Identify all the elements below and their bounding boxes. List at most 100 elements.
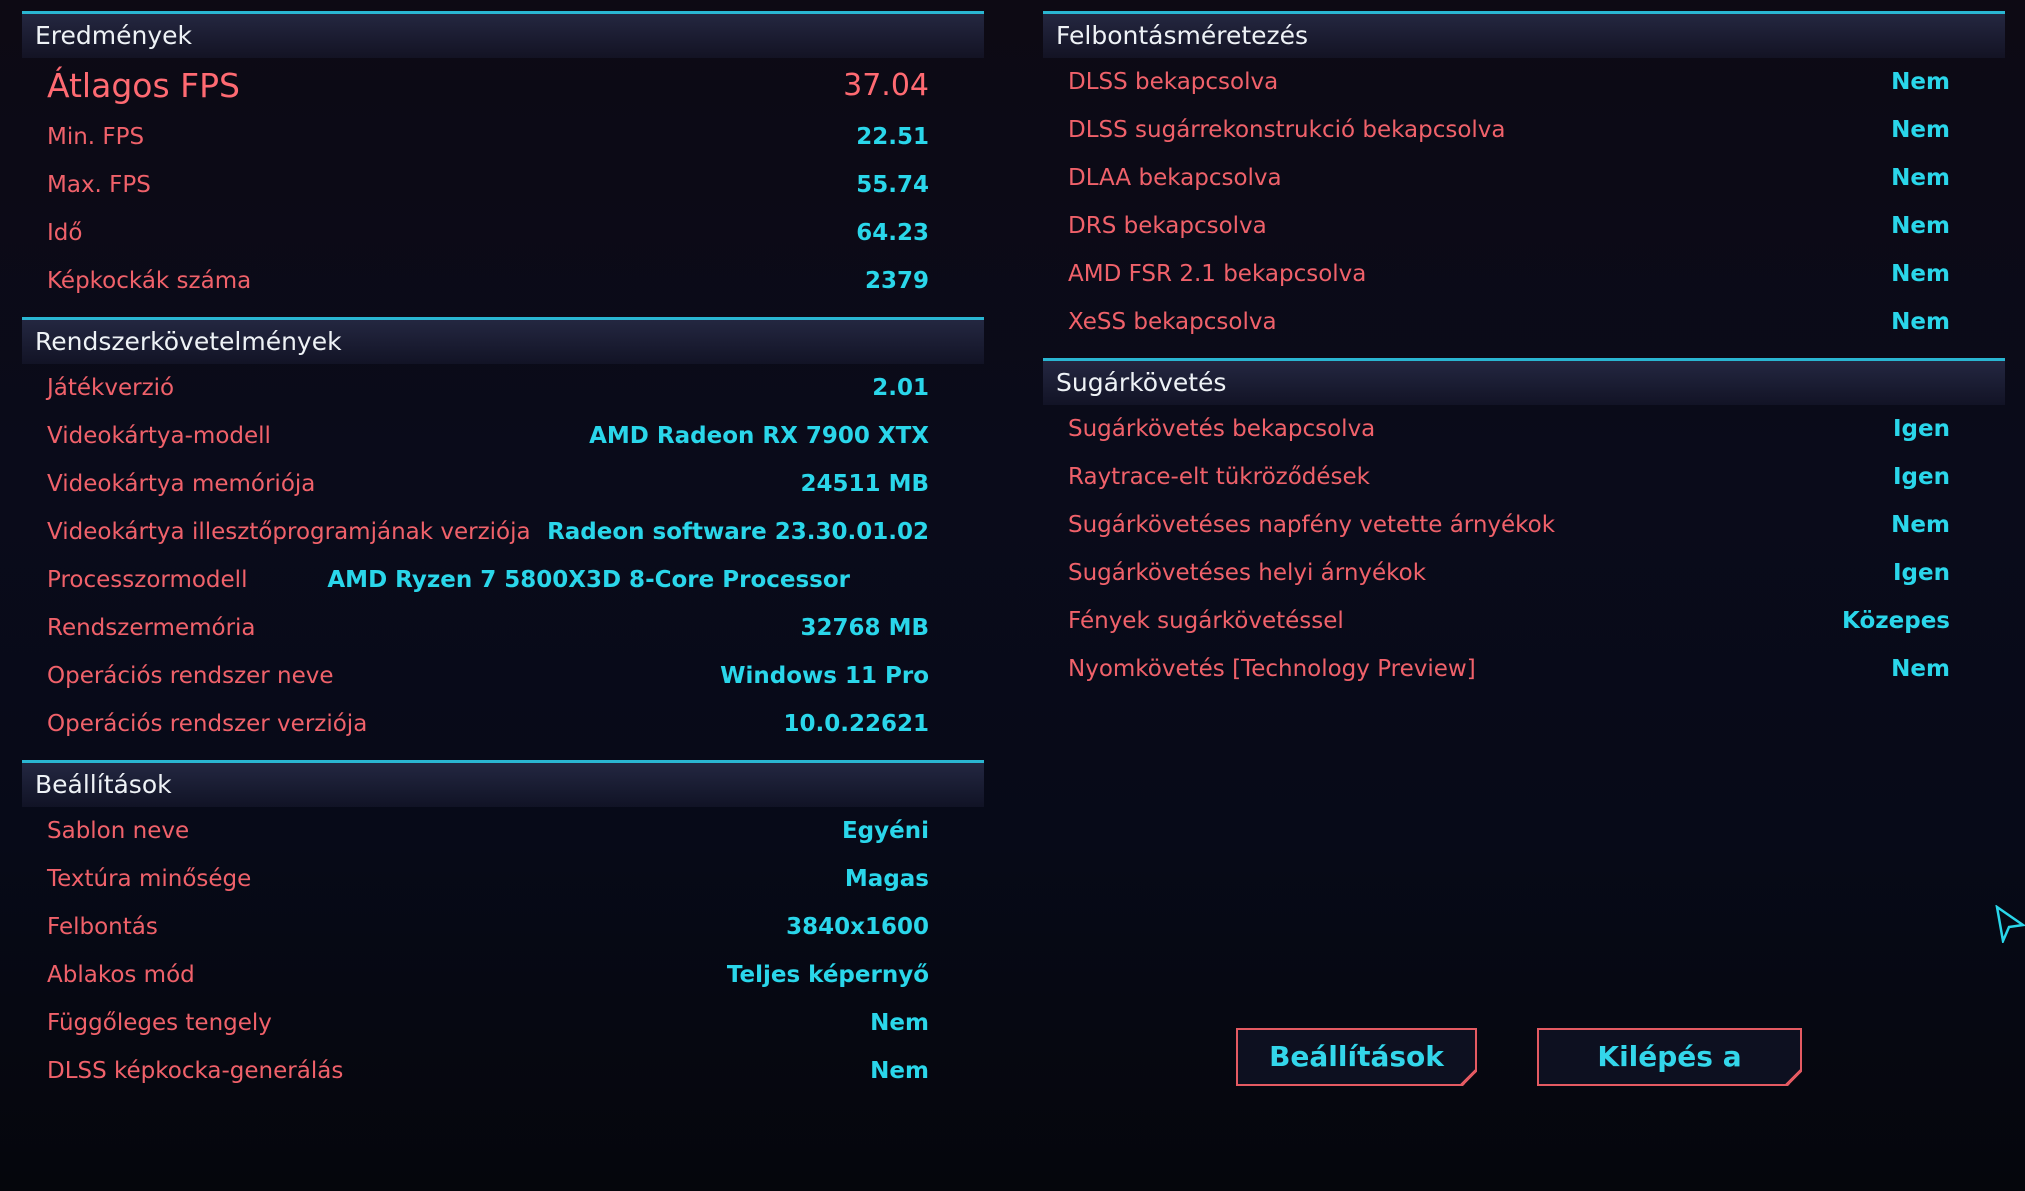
row-value: Közepes — [1842, 608, 1950, 634]
row-value: Nem — [1891, 213, 1950, 239]
row-label: Nyomkövetés [Technology Preview] — [1068, 656, 1476, 682]
row-label: DLSS sugárrekonstrukció bekapcsolva — [1068, 117, 1506, 143]
row-label: Függőleges tengely — [47, 1010, 272, 1036]
raytracing-row: Fények sugárkövetéssel Közepes — [1043, 597, 2005, 645]
scaling-section: Felbontásméretezés DLSS bekapcsolva Nem D… — [1043, 11, 2005, 346]
row-label: Sugárkövetés bekapcsolva — [1068, 416, 1376, 442]
result-row: Max. FPS 55.74 — [22, 161, 984, 209]
row-value: 24511 MB — [800, 471, 929, 497]
row-label: Min. FPS — [47, 124, 145, 150]
raytracing-header: Sugárkövetés — [1043, 358, 2005, 405]
exit-main-menu-button[interactable]: Kilépés a főmenübe — [1537, 1028, 1802, 1086]
system-row: Játékverzió 2.01 — [22, 364, 984, 412]
system-row: Videokártya illesztőprogramjának verziój… — [22, 508, 984, 556]
raytracing-row: Sugárkövetéses napfény vetette árnyékok N… — [1043, 501, 2005, 549]
row-label: DLAA bekapcsolva — [1068, 165, 1282, 191]
row-value: Igen — [1893, 464, 1950, 490]
raytracing-row: Raytrace-elt tükröződések Igen — [1043, 453, 2005, 501]
settings-row: Sablon neve Egyéni — [22, 807, 984, 855]
row-value: Nem — [1891, 656, 1950, 682]
row-value: AMD Radeon RX 7900 XTX — [589, 423, 929, 449]
row-value: 2.01 — [872, 375, 929, 401]
row-value: 32768 MB — [800, 615, 929, 641]
row-value: Nem — [1891, 261, 1950, 287]
row-label: DLSS bekapcsolva — [1068, 69, 1279, 95]
scaling-row: DLAA bekapcsolva Nem — [1043, 154, 2005, 202]
scaling-row: DLSS sugárrekonstrukció bekapcsolva Nem — [1043, 106, 2005, 154]
row-label: Operációs rendszer verziója — [47, 711, 368, 737]
system-row: Videokártya memóriója 24511 MB — [22, 460, 984, 508]
row-value: Windows 11 Pro — [720, 663, 929, 689]
system-row: Processzormodell AMD Ryzen 7 5800X3D 8-Co… — [22, 556, 984, 604]
scaling-header: Felbontásméretezés — [1043, 11, 2005, 58]
row-label: Képkockák száma — [47, 268, 252, 294]
row-label: Raytrace-elt tükröződések — [1068, 464, 1370, 490]
row-value: Nem — [1891, 69, 1950, 95]
row-label: AMD FSR 2.1 bekapcsolva — [1068, 261, 1367, 287]
system-row: Rendszermemória 32768 MB — [22, 604, 984, 652]
row-label: DRS bekapcsolva — [1068, 213, 1267, 239]
row-label: Sugárkövetéses napfény vetette árnyékok — [1068, 512, 1556, 538]
row-label: Videokártya-modell — [47, 423, 271, 449]
row-label: Sablon neve — [47, 818, 190, 844]
row-value: 2379 — [864, 268, 929, 294]
raytracing-row: Sugárkövetés bekapcsolva Igen — [1043, 405, 2005, 453]
row-value: Nem — [870, 1010, 929, 1036]
row-value: Magas — [844, 866, 929, 892]
row-value: 55.74 — [856, 172, 929, 198]
scaling-row: DLSS bekapcsolva Nem — [1043, 58, 2005, 106]
row-value: Radeon software 23.30.01.02 — [547, 519, 929, 545]
row-label: DLSS képkocka-generálás — [47, 1058, 344, 1084]
row-label: Sugárkövetéses helyi árnyékok — [1068, 560, 1427, 586]
result-row: Képkockák száma 2379 — [22, 257, 984, 305]
settings-row: Felbontás 3840x1600 — [22, 903, 984, 951]
row-label: XeSS bekapcsolva — [1068, 309, 1277, 335]
row-label: Videokártya memóriója — [47, 471, 316, 497]
settings-row: Textúra minősége Magas — [22, 855, 984, 903]
settings-section: Beállítások Sablon neve Egyéni Textúra mi… — [22, 760, 984, 1095]
scaling-row: XeSS bekapcsolva Nem — [1043, 298, 2005, 346]
row-value: 3840x1600 — [786, 914, 929, 940]
system-row: Operációs rendszer neve Windows 11 Pro — [22, 652, 984, 700]
system-row: Videokártya-modell AMD Radeon RX 7900 XTX — [22, 412, 984, 460]
avg-fps-label: Átlagos FPS — [47, 66, 240, 105]
row-value: AMD Ryzen 7 5800X3D 8-Core Processor — [327, 567, 850, 593]
row-label: Játékverzió — [47, 375, 175, 401]
row-label: Operációs rendszer neve — [47, 663, 334, 689]
row-value: Teljes képernyő — [726, 962, 929, 988]
settings-button[interactable]: Beállítások — [1236, 1028, 1477, 1086]
row-value: 10.0.22621 — [783, 711, 929, 737]
row-label: Textúra minősége — [47, 866, 252, 892]
row-value: Nem — [1891, 117, 1950, 143]
settings-row: DLSS képkocka-generálás Nem — [22, 1047, 984, 1095]
settings-row: Függőleges tengely Nem — [22, 999, 984, 1047]
row-label: Felbontás — [47, 914, 158, 940]
row-label: Videokártya illesztőprogramjának verziój… — [47, 519, 531, 545]
raytracing-row: Nyomkövetés [Technology Preview] Nem — [1043, 645, 2005, 693]
row-value: Igen — [1893, 560, 1950, 586]
row-value: Nem — [870, 1058, 929, 1084]
avg-fps-value: 37.04 — [843, 68, 929, 103]
row-label: Processzormodell — [47, 567, 248, 593]
settings-header: Beállítások — [22, 760, 984, 807]
result-row: Idő 64.23 — [22, 209, 984, 257]
cursor-icon — [1995, 905, 2025, 943]
settings-row: Ablakos mód Teljes képernyő — [22, 951, 984, 999]
row-value: 64.23 — [856, 220, 929, 246]
row-value: 22.51 — [856, 124, 929, 150]
row-value: Nem — [1891, 165, 1950, 191]
raytracing-row: Sugárkövetéses helyi árnyékok Igen — [1043, 549, 2005, 597]
result-row: Min. FPS 22.51 — [22, 113, 984, 161]
row-value: Egyéni — [841, 818, 929, 844]
scaling-row: DRS bekapcsolva Nem — [1043, 202, 2005, 250]
row-label: Ablakos mód — [47, 962, 195, 988]
system-section: Rendszerkövetelmények Játékverzió 2.01 Vi… — [22, 317, 984, 748]
row-value: Igen — [1893, 416, 1950, 442]
system-header: Rendszerkövetelmények — [22, 317, 984, 364]
row-label: Fények sugárkövetéssel — [1068, 608, 1344, 634]
row-label: Idő — [47, 220, 83, 246]
row-label: Rendszermemória — [47, 615, 256, 641]
row-value: Nem — [1891, 512, 1950, 538]
avg-fps-row: Átlagos FPS 37.04 — [22, 58, 984, 113]
left-panel: Eredmények Átlagos FPS 37.04 Min. FPS 22.… — [22, 11, 984, 1095]
